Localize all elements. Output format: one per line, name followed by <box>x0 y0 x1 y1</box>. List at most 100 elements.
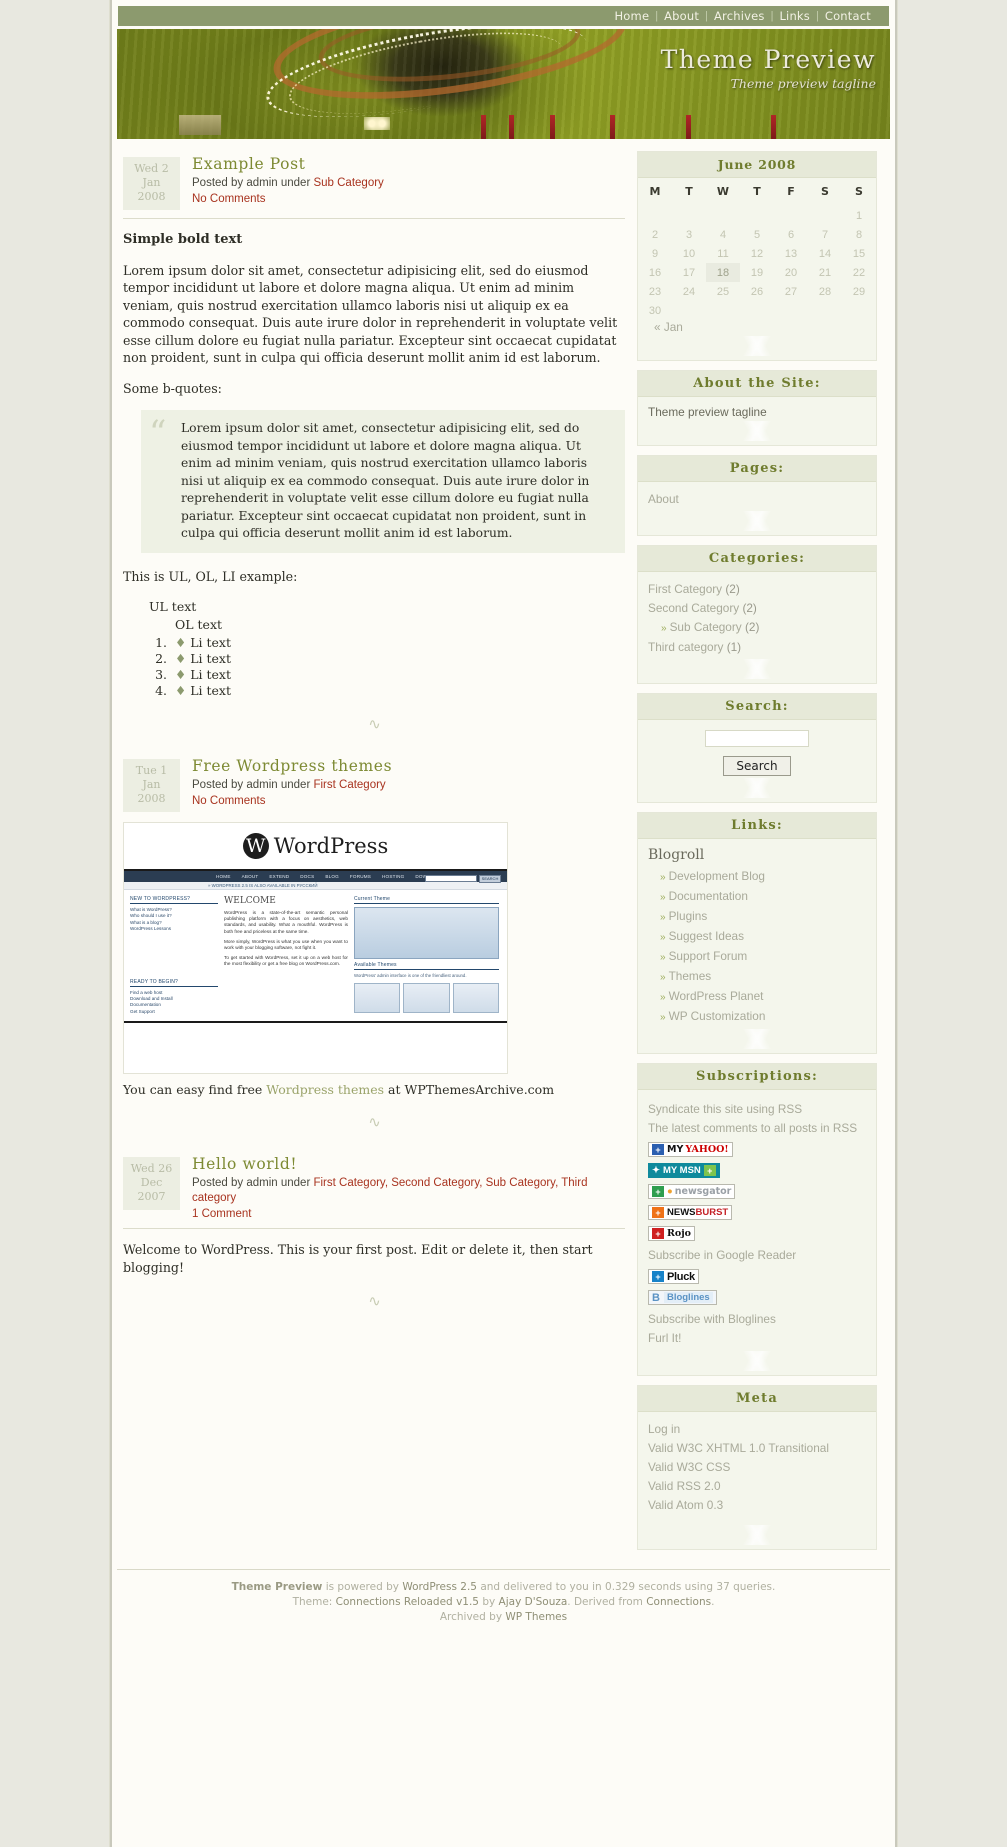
rss-comments-link[interactable]: The latest comments to all posts in RSS <box>648 1121 857 1135</box>
meta-link-login[interactable]: Log in <box>648 1422 680 1436</box>
footer-text: is powered by <box>322 1581 403 1593</box>
footer-wordpress-link[interactable]: WordPress 2.5 <box>402 1581 477 1593</box>
category-link-sub[interactable]: Sub Category <box>670 620 742 634</box>
nav-item-links[interactable]: Links <box>773 9 816 23</box>
calendar-week: 2 3 4 5 6 7 8 <box>638 225 876 244</box>
search-input[interactable] <box>705 730 809 747</box>
caption-link[interactable]: Wordpress themes <box>266 1082 384 1097</box>
calendar-prev-link[interactable]: « Jan <box>648 314 683 336</box>
nav-item-about[interactable]: About <box>658 9 705 23</box>
header-banner: Theme Preview Theme preview tagline <box>117 29 890 139</box>
wp-announcement-strip: » WORDPRESS 2.5 IS ALSO AVAILABLE IN РУС… <box>124 882 507 890</box>
furl-link[interactable]: Furl It! <box>648 1331 681 1345</box>
calendar-week: 1 <box>638 206 876 225</box>
calendar-day-header: T <box>753 185 761 198</box>
page-container: Home | About | Archives | Links | Contact Th… <box>110 0 897 1847</box>
nav-item-archives[interactable]: Archives <box>708 9 771 23</box>
widget-about-site: About the Site: Theme preview tagline <box>637 370 877 446</box>
post-title[interactable]: Example Post <box>192 155 384 173</box>
category-link[interactable]: Third category <box>648 640 723 654</box>
ul-label: UL text <box>149 599 197 614</box>
meta-link-rss[interactable]: Valid RSS 2.0 <box>648 1479 721 1493</box>
wp-heading: Available Themes <box>354 962 499 970</box>
blogroll-link[interactable]: WordPress Planet <box>669 989 764 1003</box>
widget-links: Links: Blogroll » Development Blog » Docum… <box>637 812 877 1054</box>
chevron-right-icon: » <box>660 952 666 963</box>
plus-icon: + <box>652 1207 664 1218</box>
calendar-cell-today: 18 <box>706 263 740 282</box>
calendar-day-header: S <box>821 185 829 198</box>
nav-item-home[interactable]: Home <box>608 9 655 23</box>
meta-link-atom[interactable]: Valid Atom 0.3 <box>648 1498 723 1512</box>
badge-my-msn[interactable]: ✦ MY MSN + <box>648 1163 720 1178</box>
wp-thumbnail <box>354 982 401 1013</box>
post-date-day: Wed 2 <box>134 162 169 175</box>
badge-bloglines[interactable]: B Bloglines <box>648 1290 717 1305</box>
badge-pluck[interactable]: + Pluck <box>648 1269 699 1284</box>
footer-theme-link[interactable]: Connections Reloaded v1.5 <box>336 1596 479 1608</box>
widget-title: About the Site: <box>638 371 876 397</box>
blogroll-link[interactable]: Documentation <box>669 889 748 903</box>
list-item: » WordPress Planet <box>660 987 866 1007</box>
category-count: (2) <box>742 601 757 615</box>
chevron-right-icon: » <box>660 872 666 883</box>
post-date-day: Wed 26 <box>130 1162 173 1175</box>
category-link[interactable]: Second Category <box>648 601 739 615</box>
list-item: Valid W3C XHTML 1.0 Transitional <box>648 1439 866 1458</box>
post-date-year: 2007 <box>137 1190 166 1203</box>
footer-archiver-link[interactable]: WP Themes <box>505 1611 567 1623</box>
blogroll-link[interactable]: Support Forum <box>669 949 748 963</box>
footer-text: . Derived from <box>567 1596 647 1608</box>
post-category-link[interactable]: Sub Category <box>313 177 383 189</box>
meta-link-css[interactable]: Valid W3C CSS <box>648 1460 730 1474</box>
footer-author-link[interactable]: Ajay D'Souza <box>499 1596 568 1608</box>
badge-my-yahoo[interactable]: + MY YAHOO! <box>648 1142 733 1157</box>
list-item: » Themes <box>660 967 866 987</box>
search-button[interactable]: Search <box>723 756 791 776</box>
calendar-cell: 20 <box>784 266 798 279</box>
post-blockquote: “ Lorem ipsum dolor sit amet, consectetu… <box>141 410 625 553</box>
badge-newsburst[interactable]: + NEWS BURST <box>648 1205 733 1220</box>
list-bullet-icon: ♦ <box>175 667 187 682</box>
post-comments-link[interactable]: 1 Comment <box>192 1208 251 1220</box>
rss-site-link[interactable]: Syndicate this site using RSS <box>648 1102 802 1116</box>
blogroll-link[interactable]: WP Customization <box>669 1009 766 1023</box>
wp-nav-item: DOCS <box>300 874 315 879</box>
calendar-cell <box>638 206 672 225</box>
calendar-cell: 13 <box>784 247 798 260</box>
meta-link-xhtml[interactable]: Valid W3C XHTML 1.0 Transitional <box>648 1441 829 1455</box>
post-title[interactable]: Free Wordpress themes <box>192 757 392 775</box>
widget-title: Search: <box>638 694 876 720</box>
footer-line-3: Archived by WP Themes <box>117 1610 890 1625</box>
blogroll-link[interactable]: Suggest Ideas <box>669 929 744 943</box>
list-item: » Support Forum <box>660 947 866 967</box>
ordered-list: ♦Li text ♦Li text ♦Li text ♦Li text <box>171 635 625 699</box>
badge-brand: YAHOO! <box>685 1144 729 1155</box>
list-item-sub: » Sub Category (2) <box>648 618 866 638</box>
page-link-about[interactable]: About <box>648 492 679 506</box>
post-comments-link[interactable]: No Comments <box>192 795 266 807</box>
category-link[interactable]: First Category <box>648 582 722 596</box>
list-item: Log in <box>648 1420 866 1439</box>
google-reader-link[interactable]: Subscribe in Google Reader <box>648 1248 796 1262</box>
wp-search-input <box>425 875 477 882</box>
badge-label: Pluck <box>667 1270 695 1283</box>
footer-derived-link[interactable]: Connections <box>646 1596 711 1608</box>
nav-item-contact[interactable]: Contact <box>819 9 877 23</box>
blogroll-link[interactable]: Development Blog <box>669 869 765 883</box>
bloglines-subscribe-link[interactable]: Subscribe with Bloglines <box>648 1312 776 1326</box>
blogroll-link[interactable]: Plugins <box>669 909 708 923</box>
post-title[interactable]: Hello world! <box>192 1155 625 1173</box>
badge-newsgator[interactable]: + ● newsgator <box>648 1184 736 1199</box>
post-date-badge: Wed 2 Jan 2008 <box>123 157 180 210</box>
plus-icon: + <box>703 1165 716 1176</box>
post-comments-link[interactable]: No Comments <box>192 193 266 205</box>
calendar-cell <box>740 301 774 320</box>
post-category-link[interactable]: First Category <box>313 779 385 791</box>
wp-bottom-rule <box>124 1021 507 1024</box>
blogroll-link[interactable]: Themes <box>669 969 712 983</box>
badge-rojo[interactable]: + Rojo <box>648 1226 696 1241</box>
plus-icon: + <box>652 1228 664 1239</box>
post-body: Simple bold text Lorem ipsum dolor sit a… <box>123 231 625 699</box>
wp-column-right: Current Theme Available Themes WordPress… <box>354 896 499 1015</box>
